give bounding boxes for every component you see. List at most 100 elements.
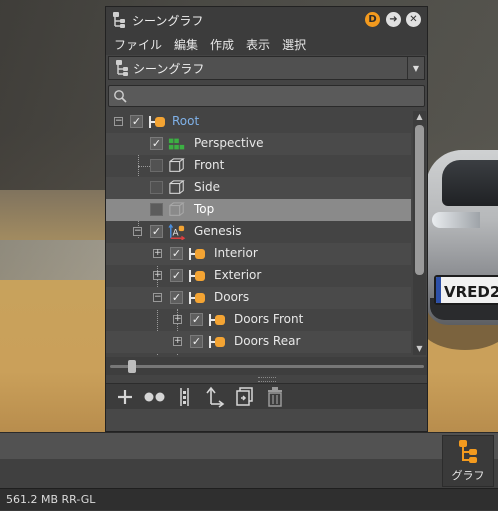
tree-row-label: Top	[194, 202, 215, 216]
scenegraph-combo-icon	[116, 60, 128, 76]
visibility-checkbox[interactable]	[150, 203, 163, 216]
perspective-camera-icon	[168, 138, 185, 150]
delete-icon	[268, 387, 282, 407]
delete-button[interactable]	[264, 386, 286, 408]
scrollbar-thumb[interactable]	[415, 125, 424, 275]
tree-row-label: Front	[194, 158, 225, 172]
visibility-checkbox[interactable]: ✓	[170, 291, 183, 304]
scrollbar-track	[110, 365, 424, 368]
scenegraph-selector-label: シーングラフ	[133, 61, 205, 76]
move-up-button[interactable]	[204, 386, 226, 408]
dock-bar: グラフ	[0, 432, 498, 489]
license-plate: VRED20	[434, 275, 498, 305]
scrollbar-handle[interactable]	[128, 360, 136, 373]
menu-view[interactable]: 表示	[246, 36, 270, 53]
visibility-checkbox[interactable]: ✓	[150, 137, 163, 150]
visibility-checkbox[interactable]: ✓	[170, 247, 183, 260]
scenegraph-tree: − ✓ Root ✓ Perspective Front Side Top − …	[106, 111, 427, 355]
scroll-up-icon[interactable]: ▲	[413, 111, 426, 123]
dock-strip	[0, 433, 498, 459]
node-icon	[209, 314, 225, 326]
expand-toggle[interactable]: +	[173, 337, 182, 346]
menu-create[interactable]: 作成	[210, 36, 234, 53]
tree-row-perspective[interactable]: ✓ Perspective	[106, 133, 411, 155]
visibility-checkbox[interactable]	[150, 159, 163, 172]
panel-footer	[106, 409, 427, 431]
expand-toggle[interactable]: +	[153, 271, 162, 280]
close-icon: ✕	[409, 14, 418, 25]
panel-titlebar[interactable]: シーングラフ D ➜ ✕	[106, 7, 427, 33]
side-camera-icon	[169, 180, 185, 194]
resize-grip[interactable]	[258, 377, 276, 382]
visibility-checkbox[interactable]: ✓	[150, 225, 163, 238]
car-headlight	[432, 212, 480, 228]
tree-row-label: Doors Front	[234, 312, 304, 326]
renderer-readout: RR-GL	[61, 493, 96, 506]
dock-d-button[interactable]: D	[365, 12, 380, 27]
expand-toggle[interactable]: +	[153, 249, 162, 258]
tree-vertical-scrollbar[interactable]: ▲ ▼	[413, 111, 426, 355]
scenegraph-toolbar	[106, 383, 427, 410]
status-bar: 561.2 MB RR-GL	[0, 488, 498, 510]
tree-row-genesis[interactable]: − ✓ A Genesis	[106, 221, 411, 243]
menu-edit[interactable]: 編集	[174, 36, 198, 53]
add-node-button[interactable]	[114, 386, 136, 408]
collapse-toggle[interactable]: −	[153, 293, 162, 302]
tree-row-label: Exterior	[214, 268, 262, 282]
tree-row-label: Genesis	[194, 224, 242, 238]
top-camera-icon	[169, 202, 185, 216]
tree-row-doors-front[interactable]: + ✓ Doors Front	[106, 309, 411, 331]
tree-row-front[interactable]: Front	[106, 155, 411, 177]
scenegraph-panel: シーングラフ D ➜ ✕ ファイル 編集 作成 表示 選択 シーングラフ ▼ −…	[105, 6, 428, 432]
node-icon	[209, 336, 225, 348]
tree-row-label: Doors Rear	[234, 334, 301, 348]
scenegraph-dock-button[interactable]: グラフ	[442, 435, 494, 487]
horizontal-scrollbar[interactable]	[106, 357, 427, 375]
visibility-checkbox[interactable]: ✓	[170, 269, 183, 282]
menu-file[interactable]: ファイル	[114, 36, 162, 53]
tree-row-label: Doors	[214, 290, 250, 304]
scenegraph-title-icon	[113, 12, 125, 28]
car-window	[442, 160, 498, 206]
tree-row-side[interactable]: Side	[106, 177, 411, 199]
search-icon	[114, 90, 127, 103]
copy-button[interactable]	[234, 386, 256, 408]
close-button[interactable]: ✕	[406, 12, 421, 27]
group-button[interactable]	[144, 386, 166, 408]
arrow-right-icon: ➜	[389, 14, 398, 25]
visibility-checkbox[interactable]: ✓	[190, 313, 203, 326]
collapse-toggle[interactable]: −	[133, 227, 142, 236]
tree-row-top[interactable]: Top	[106, 199, 411, 221]
undock-button[interactable]: ➜	[386, 12, 401, 27]
collapse-toggle[interactable]: −	[114, 117, 123, 126]
scenegraph-icon	[459, 440, 477, 463]
chevron-down-icon[interactable]: ▼	[407, 57, 424, 79]
search-field[interactable]	[108, 85, 425, 107]
tree-row-label: Perspective	[194, 136, 264, 150]
tree-row-exterior[interactable]: + ✓ Exterior	[106, 265, 411, 287]
panel-title: シーングラフ	[132, 13, 204, 28]
visibility-checkbox[interactable]: ✓	[190, 335, 203, 348]
tree-row-doors[interactable]: − ✓ Doors	[106, 287, 411, 309]
add-icon	[118, 390, 132, 404]
copy-icon	[236, 387, 253, 406]
memory-readout: 561.2 MB	[6, 493, 59, 506]
node-icon	[189, 248, 205, 260]
tree-row-label: Root	[172, 114, 200, 128]
scroll-down-icon[interactable]: ▼	[413, 343, 426, 355]
scenegraph-dock-label: グラフ	[451, 469, 485, 482]
tree-row-root[interactable]: − ✓ Root	[106, 111, 411, 133]
tree-row-doors-rear[interactable]: + ✓ Doors Rear	[106, 331, 411, 353]
visibility-checkbox[interactable]	[150, 181, 163, 194]
search-input[interactable]	[131, 88, 415, 104]
split-button[interactable]	[174, 386, 196, 408]
expand-toggle[interactable]: +	[173, 315, 182, 324]
visibility-checkbox[interactable]: ✓	[130, 115, 143, 128]
tree-row-interior[interactable]: + ✓ Interior	[106, 243, 411, 265]
group-icon	[144, 392, 165, 402]
menu-bar: ファイル 編集 作成 表示 選択	[106, 33, 427, 55]
menu-select[interactable]: 選択	[282, 36, 306, 53]
d-button-label: D	[368, 14, 377, 25]
scenegraph-selector[interactable]: シーングラフ ▼	[108, 56, 425, 80]
transform-node-icon: A	[168, 224, 186, 240]
